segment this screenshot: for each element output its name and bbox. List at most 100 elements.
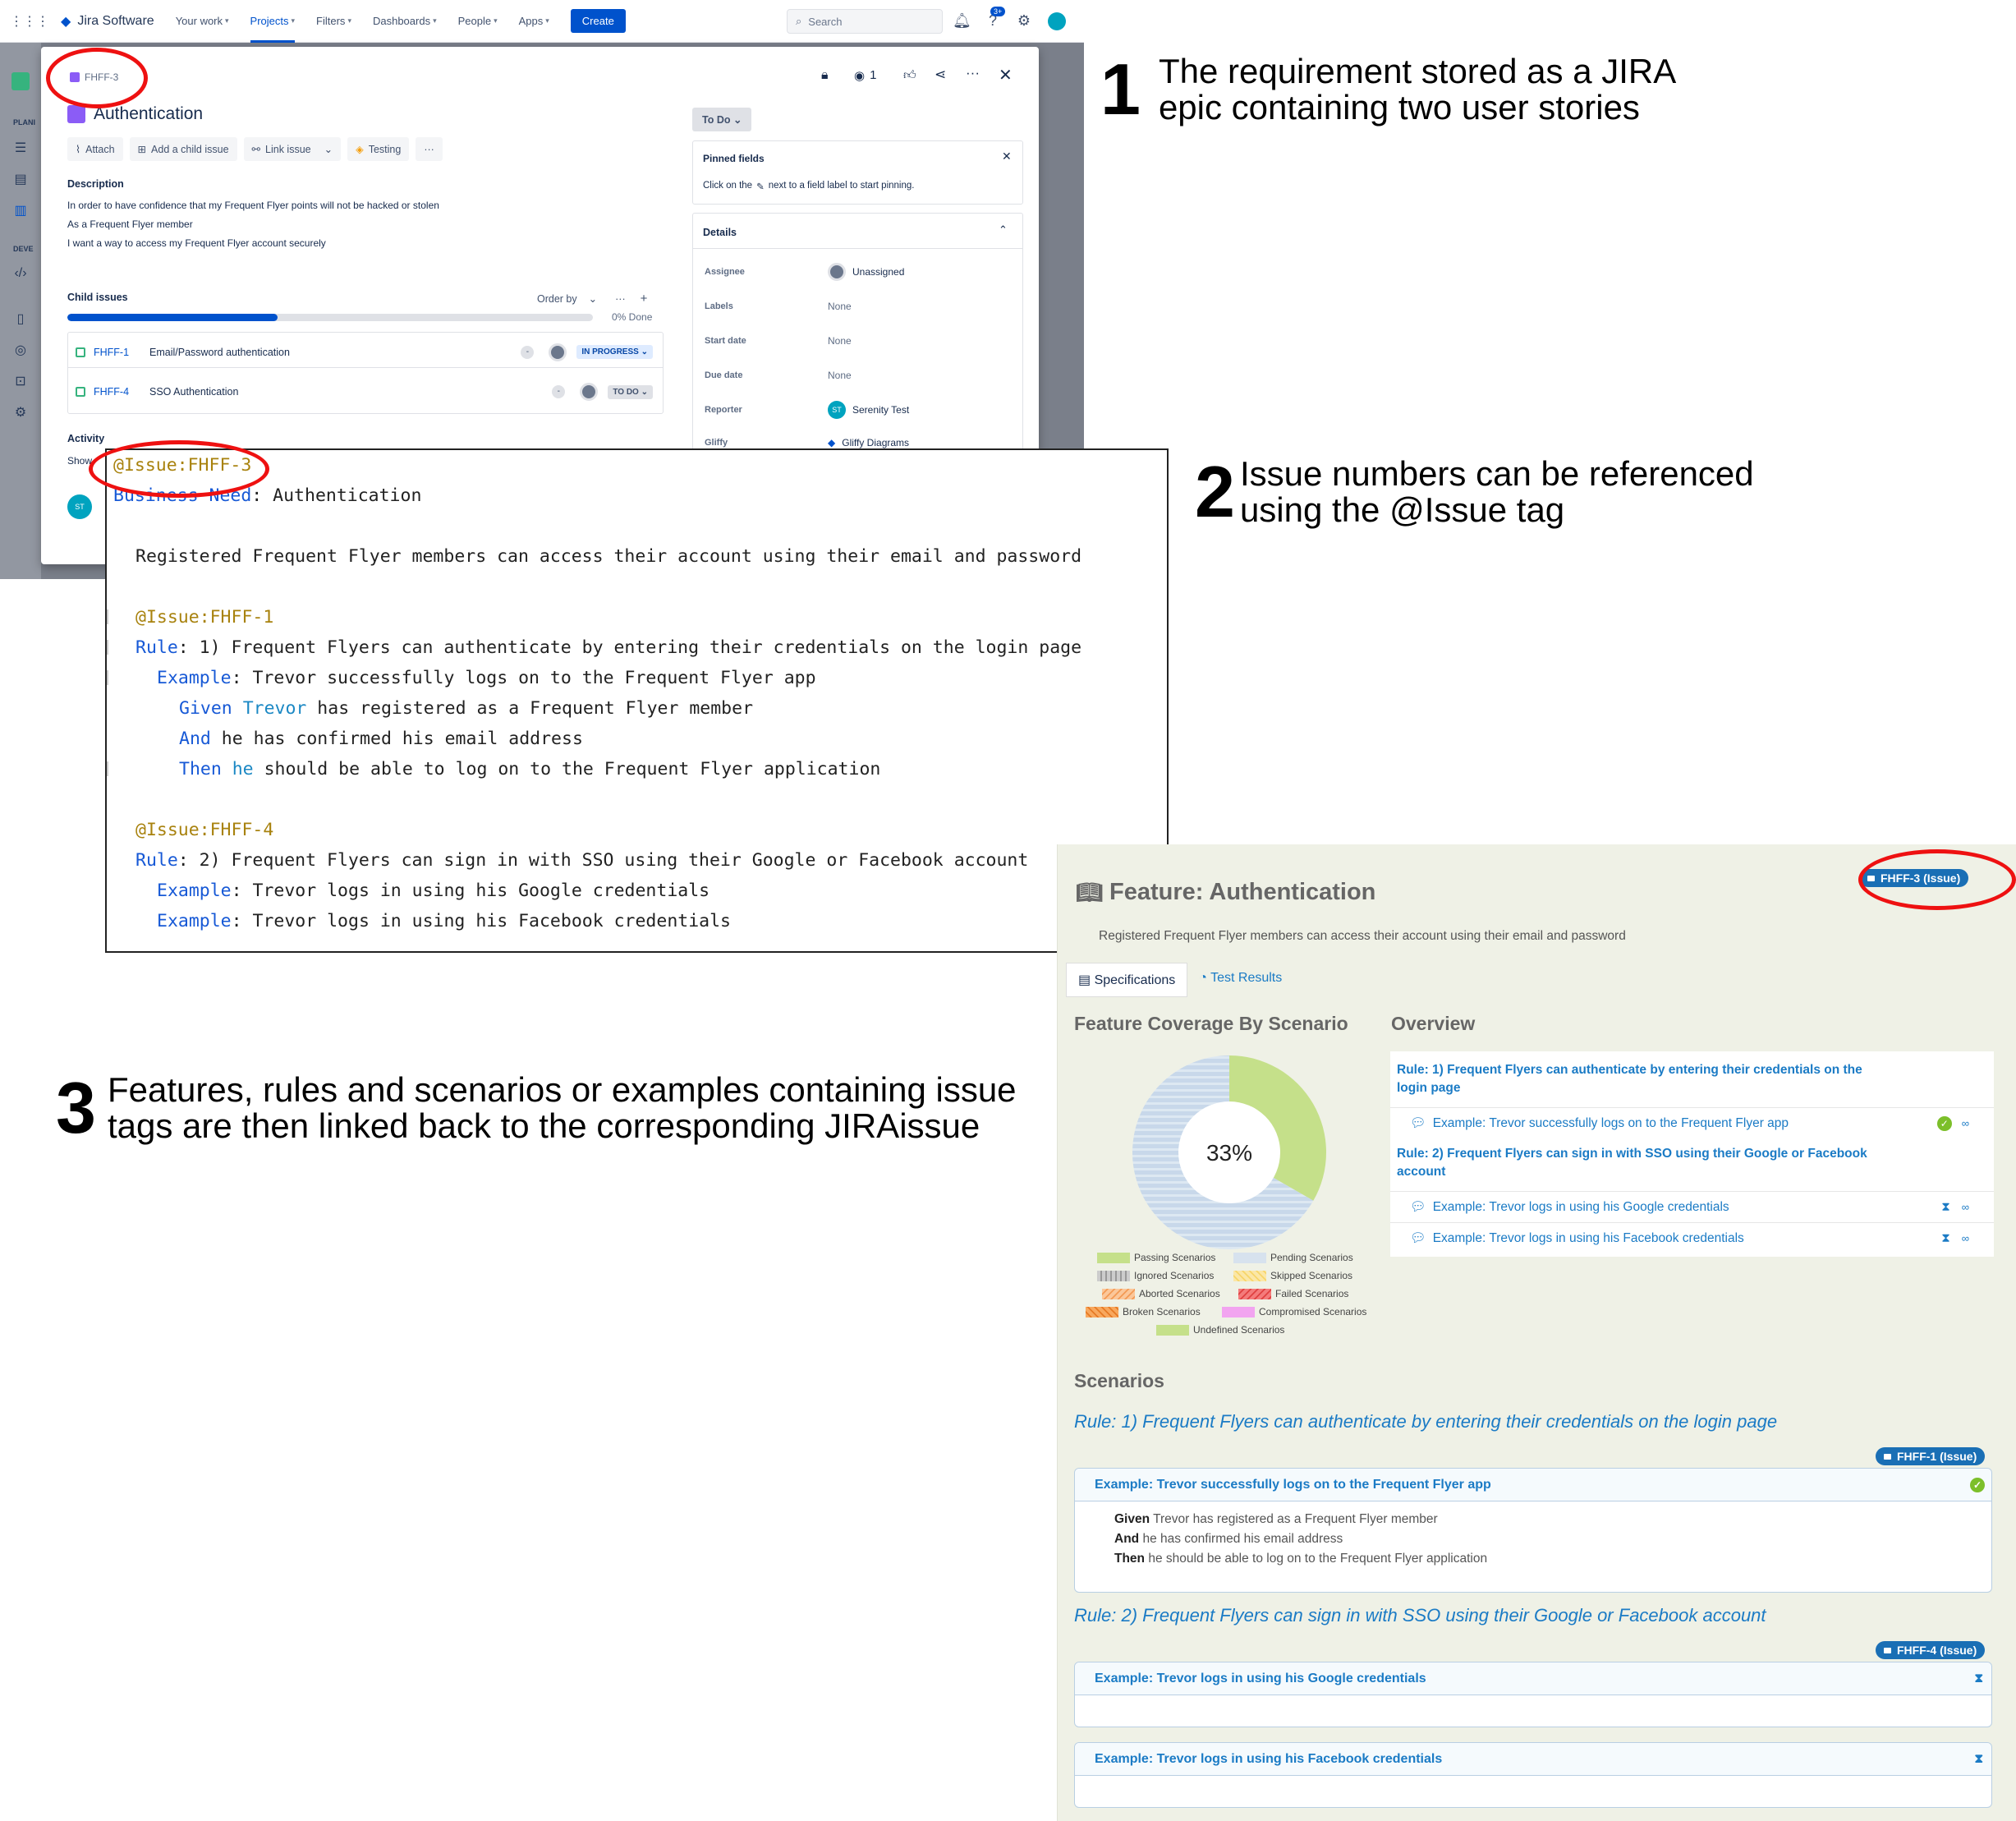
issue-tag-pill[interactable]: FHFF-4 (Issue) xyxy=(1876,1641,1986,1659)
description-line[interactable]: I want a way to access my Frequent Flyer… xyxy=(67,237,326,249)
overview-rule-link[interactable]: Rule: 2) Frequent Flyers can sign in wit… xyxy=(1397,1145,1890,1182)
add-shortcut-icon[interactable]: ⊡ xyxy=(11,373,30,391)
nav-filters[interactable]: Filters ▾ xyxy=(316,15,351,27)
description-line[interactable]: In order to have confidence that my Freq… xyxy=(67,200,439,211)
step-keyword: Then xyxy=(1114,1552,1146,1566)
testing-button[interactable]: ◈ Testing xyxy=(347,137,410,161)
overview-example-row[interactable]: 💬︎ Example: Trevor logs in using his Goog… xyxy=(1390,1191,1994,1222)
add-icon[interactable]: + xyxy=(641,292,648,306)
roadmap-icon[interactable]: ☰ xyxy=(11,140,30,158)
more-icon[interactable]: ··· xyxy=(615,293,626,305)
detail-start-date[interactable]: Start date None xyxy=(705,335,852,347)
tab-specifications[interactable]: ▤ Specifications xyxy=(1066,963,1188,997)
child-issue-row[interactable]: FHFF-1 Email/Password authentication - I… xyxy=(68,337,663,368)
scenario-header[interactable]: Example: Trevor logs in using his Facebo… xyxy=(1075,1743,1991,1776)
user-avatar[interactable] xyxy=(1048,12,1066,30)
and-step-line[interactable]: And he has confirmed his email address xyxy=(179,729,583,749)
status-lozenge[interactable]: IN PROGRESS ⌄ xyxy=(576,345,653,359)
child-issues-list: FHFF-1 Email/Password authentication - I… xyxy=(67,332,664,414)
issue-tag-line[interactable]: @Issue:FHFF-4 xyxy=(135,820,273,840)
detail-assignee[interactable]: Assignee Unassigned xyxy=(705,263,904,281)
link-issue-button[interactable]: ⚯ Link issue ⌄ xyxy=(243,137,342,161)
detail-value-text: Gliffy Diagrams xyxy=(842,437,910,448)
nav-people[interactable]: People ▾ xyxy=(458,15,498,27)
example-line[interactable]: Example: Trevor successfully logs on to … xyxy=(157,668,816,688)
overview-example-link[interactable]: Example: Trevor logs in using his Facebo… xyxy=(1433,1231,1942,1246)
nav-dashboards[interactable]: Dashboards ▾ xyxy=(373,15,437,27)
then-step-line[interactable]: Then he should be able to log on to the … xyxy=(179,759,880,779)
nav-apps[interactable]: Apps ▾ xyxy=(519,15,549,27)
overview-example-row[interactable]: 💬︎ Example: Trevor logs in using his Face… xyxy=(1390,1222,1994,1253)
code-icon[interactable]: ‹/› xyxy=(11,266,30,284)
example-line[interactable]: Example: Trevor logs in using his Facebo… xyxy=(157,911,731,931)
pages-icon[interactable]: ▯ xyxy=(11,310,30,329)
rule-line[interactable]: Rule: 1) Frequent Flyers can authenticat… xyxy=(135,637,1081,658)
chevron-down-icon[interactable]: ⌄ xyxy=(324,143,333,155)
given-step-line[interactable]: Given Trevor has registered as a Frequen… xyxy=(179,698,753,719)
feature-file-editor: @Issue:FHFF-3 Business Need: Authenticat… xyxy=(105,448,1169,953)
more-actions-icon[interactable]: ··· xyxy=(966,65,980,81)
tab-test-results[interactable]: ◔ Test Results xyxy=(1187,963,1293,997)
scenario-header[interactable]: Example: Trevor logs in using his Google… xyxy=(1075,1662,1991,1695)
project-settings-icon[interactable]: ⚙ xyxy=(11,404,30,422)
nav-projects[interactable]: Projects ▾ xyxy=(250,0,296,43)
example-line[interactable]: Example: Trevor logs in using his Google… xyxy=(157,881,710,901)
overview-rule-link[interactable]: Rule: 1) Frequent Flyers can authenticat… xyxy=(1397,1061,1890,1098)
board-icon[interactable]: ▥ xyxy=(11,202,30,220)
close-icon[interactable]: ✕ xyxy=(999,65,1013,85)
link-icon[interactable]: ∞ xyxy=(1962,1232,1969,1244)
scenario-header[interactable]: Example: Trevor successfully logs on to … xyxy=(1075,1469,1991,1501)
description-line[interactable]: As a Frequent Flyer member xyxy=(67,218,193,230)
notifications-icon[interactable]: 🔔︎ xyxy=(953,11,971,30)
lock-icon[interactable]: 🔒︎ xyxy=(821,68,829,83)
fold-marker[interactable] xyxy=(107,640,112,655)
child-key[interactable]: FHFF-1 xyxy=(94,347,143,358)
detail-labels[interactable]: Labels None xyxy=(705,301,852,312)
create-button[interactable]: Create xyxy=(570,9,626,33)
overview-example-row[interactable]: 💬︎ Example: Trevor successfully logs on t… xyxy=(1390,1107,1994,1138)
app-switcher-icon[interactable]: ⋮⋮⋮ xyxy=(10,13,49,30)
child-key[interactable]: FHFF-4 xyxy=(94,386,143,398)
search-input[interactable]: ⌕ Search xyxy=(787,9,943,34)
project-avatar-icon[interactable] xyxy=(11,72,30,90)
detail-reporter[interactable]: Reporter ST Serenity Test xyxy=(705,401,909,419)
add-child-issue-button[interactable]: ⊞ Add a child issue xyxy=(129,137,237,161)
rule-line[interactable]: Rule: 2) Frequent Flyers can sign in wit… xyxy=(135,850,1028,871)
book-icon: 📖︎ xyxy=(1076,880,1104,904)
nav-label: Your work xyxy=(175,15,223,27)
child-issue-row[interactable]: FHFF-4 SSO Authentication - TO DO ⌄ xyxy=(68,376,663,407)
issue-tag-pill[interactable]: FHFF-1 (Issue) xyxy=(1876,1447,1986,1465)
overview-example-link[interactable]: Example: Trevor logs in using his Google… xyxy=(1433,1200,1942,1215)
fold-marker[interactable] xyxy=(107,670,112,685)
link-icon[interactable]: ∞ xyxy=(1962,1201,1969,1213)
nav-your-work[interactable]: Your work ▾ xyxy=(176,15,229,27)
attach-button[interactable]: ⌇ Attach xyxy=(67,137,123,161)
detail-due-date[interactable]: Due date None xyxy=(705,370,852,381)
status-dropdown[interactable]: To Do ⌄ xyxy=(692,108,752,131)
status-lozenge[interactable]: TO DO ⌄ xyxy=(608,384,653,399)
more-button[interactable]: ··· xyxy=(416,137,443,161)
link-icon: ⚯ xyxy=(251,144,261,155)
jira-logo[interactable]: ◆ Jira Software xyxy=(61,13,154,30)
link-icon[interactable]: ∞ xyxy=(1962,1117,1969,1129)
step-parameter: he xyxy=(232,759,254,779)
narrative-line[interactable]: Registered Frequent Flyer members can ac… xyxy=(135,546,1081,567)
issue-tag-line[interactable]: @Issue:FHFF-1 xyxy=(135,607,273,628)
collapse-icon[interactable]: ⌃ xyxy=(999,223,1008,237)
scenario-steps: Given Trevor has registered as a Frequen… xyxy=(1075,1501,1991,1569)
progress-bar xyxy=(67,314,593,321)
overview-example-link[interactable]: Example: Trevor successfully logs on to … xyxy=(1433,1116,1937,1131)
order-by-dropdown[interactable]: Order by ⌄ ··· + xyxy=(537,292,647,306)
fold-marker[interactable] xyxy=(107,609,112,624)
legend-swatch xyxy=(1156,1324,1189,1336)
story-icon xyxy=(76,347,85,357)
backlog-icon[interactable]: ▤ xyxy=(11,171,30,189)
fold-marker[interactable] xyxy=(107,761,112,776)
close-icon[interactable]: ✕ xyxy=(1002,149,1012,163)
detail-gliffy[interactable]: Gliffy ◆ Gliffy Diagrams xyxy=(705,437,909,448)
thumbs-up-icon[interactable]: 👍︎ xyxy=(903,68,916,83)
settings-gear-icon[interactable]: ⚙ xyxy=(1015,11,1033,30)
watch-button[interactable]: ◉ 1 xyxy=(854,68,876,83)
components-icon[interactable]: ◎ xyxy=(11,342,30,360)
share-icon[interactable]: ⋖ xyxy=(935,67,946,83)
